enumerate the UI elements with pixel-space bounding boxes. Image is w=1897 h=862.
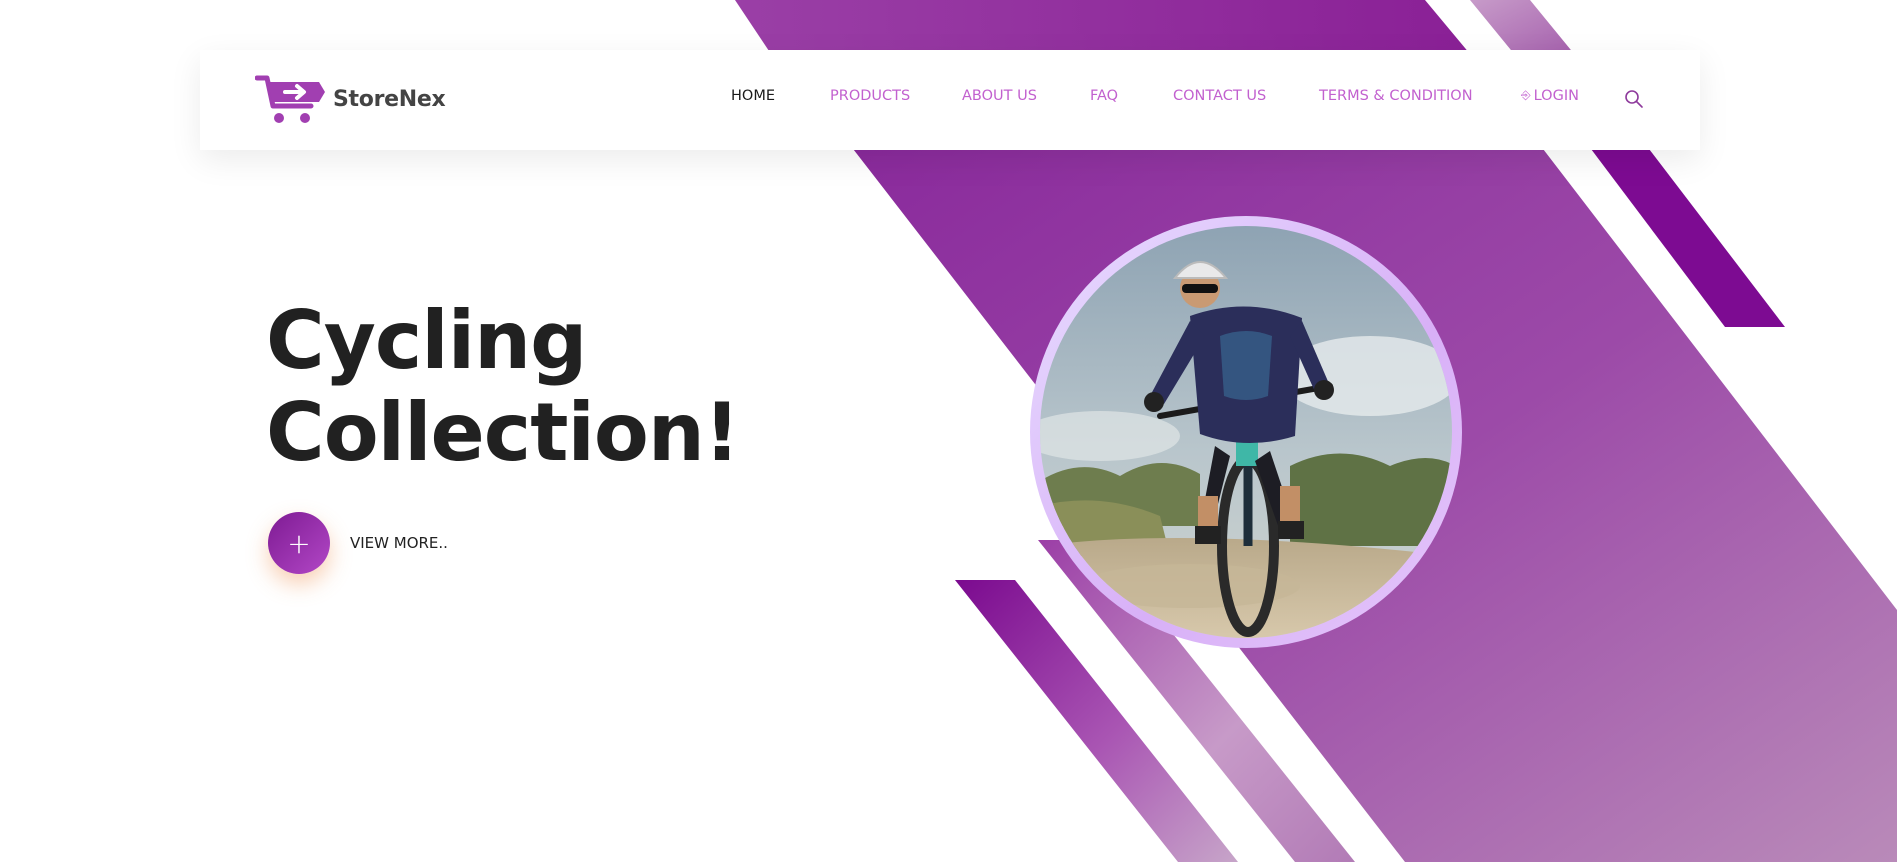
nav-faq[interactable]: FAQ [1090,88,1118,104]
top-navbar: StoreNex HOME PRODUCTS ABOUT US FAQ CONT… [200,50,1700,150]
view-more-label[interactable]: VIEW MORE.. [350,534,448,552]
view-more-button[interactable]: + [268,512,330,574]
hero-photo-frame [1030,216,1462,648]
nav-login[interactable]: ⎆ LOGIN [1521,88,1579,104]
search-icon [1625,90,1643,108]
nav-contact-us[interactable]: CONTACT US [1173,88,1266,104]
nav-login-label: LOGIN [1533,88,1579,104]
nav-products[interactable]: PRODUCTS [830,88,910,104]
hero-title-line2: Collection! [266,386,740,479]
brand-name: StoreNex [333,86,446,112]
cyclist-photo [1040,226,1452,638]
brand-logo-link[interactable]: StoreNex [255,72,446,126]
login-icon: ⎆ [1521,88,1531,102]
search-button[interactable] [1624,89,1644,114]
hero-title: Cycling Collection! [266,294,740,479]
nav-home[interactable]: HOME [731,88,775,104]
nav-about-us[interactable]: ABOUT US [962,88,1037,104]
view-more-cta[interactable]: + VIEW MORE.. [268,512,448,574]
nav-terms-condition[interactable]: TERMS & CONDITION [1319,88,1473,104]
shopping-cart-icon [255,75,325,123]
hero-title-line1: Cycling [266,294,587,387]
plus-icon: + [287,526,311,560]
top-light-stripe [1470,0,1575,55]
